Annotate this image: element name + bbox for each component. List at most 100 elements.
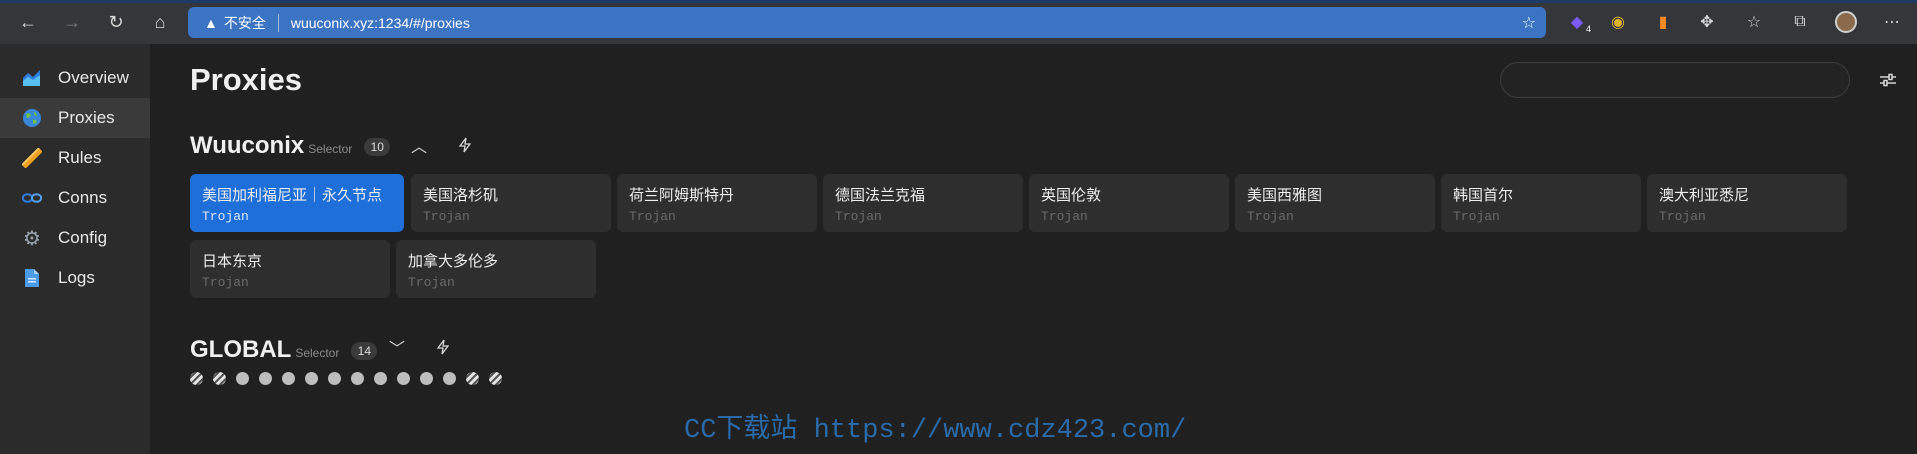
proxy-card[interactable]: 美国洛杉矶 Trojan	[411, 174, 611, 232]
group-count-badge: 14	[351, 342, 378, 360]
group-header-global: GLOBAL Selector 14	[190, 336, 378, 364]
proxy-card[interactable]: 荷兰阿姆斯特丹 Trojan	[617, 174, 817, 232]
proxy-name: 日本东京	[202, 253, 263, 270]
security-indicator[interactable]: ▲ 不安全	[204, 13, 279, 32]
proxy-dot[interactable]	[443, 372, 456, 385]
sidebar-item-config[interactable]: ⚙ Config	[0, 218, 150, 258]
proxy-name: 韩国首尔	[1453, 187, 1514, 204]
home-button[interactable]: ⌂	[142, 4, 178, 40]
proxy-type: Trojan	[1659, 209, 1706, 224]
sidebar-item-logs[interactable]: Logs	[0, 258, 150, 298]
proxy-dot[interactable]	[489, 372, 502, 385]
proxy-dot[interactable]	[190, 372, 203, 385]
expand-chevron-down-icon[interactable]: ﹀	[384, 334, 410, 360]
extension-icon-2[interactable]: ◉	[1606, 10, 1630, 34]
main-content: Proxies Wuuconix Selector 10 ︿ 美国加利福尼亚｜永…	[150, 44, 1917, 454]
sidebar-item-overview[interactable]: Overview	[0, 58, 150, 98]
link-icon	[22, 188, 42, 208]
latency-test-bolt-icon[interactable]	[452, 132, 478, 158]
proxy-dot[interactable]	[213, 372, 226, 385]
proxy-name: 美国西雅图	[1247, 187, 1323, 204]
browser-toolbar: ← → ↻ ⌂ ▲ 不安全 wuuconix.xyz:1234/#/proxie…	[0, 0, 1917, 44]
ruler-icon	[22, 148, 42, 168]
sidebar-item-label: Config	[58, 228, 108, 247]
proxy-dot[interactable]	[351, 372, 364, 385]
proxy-name: 加拿大多伦多	[408, 253, 499, 270]
proxy-dot[interactable]	[236, 372, 249, 385]
collapse-chevron-up-icon[interactable]: ︿	[406, 132, 432, 158]
favorite-add-icon[interactable]: ☆	[1522, 13, 1536, 33]
search-input[interactable]	[1500, 62, 1850, 98]
proxy-card[interactable]: 德国法兰克福 Trojan	[823, 174, 1023, 232]
forward-button[interactable]: →	[54, 4, 90, 40]
proxy-dot[interactable]	[466, 372, 479, 385]
proxy-dot[interactable]	[259, 372, 272, 385]
proxy-type: Trojan	[202, 275, 249, 290]
sidebar-item-proxies[interactable]: Proxies	[0, 98, 150, 138]
proxy-type: Trojan	[1453, 209, 1500, 224]
document-icon	[22, 268, 42, 288]
url-text: wuuconix.xyz:1234/#/proxies	[290, 14, 470, 31]
proxy-dot[interactable]	[328, 372, 341, 385]
page-title: Proxies	[190, 62, 303, 97]
proxy-card[interactable]: 美国西雅图 Trojan	[1235, 174, 1435, 232]
proxy-name: 澳大利亚悉尼	[1659, 187, 1750, 204]
back-button[interactable]: ←	[10, 4, 46, 40]
sidebar: Overview Proxies Rules Conns ⚙ Config Lo…	[0, 44, 150, 454]
chart-area-icon	[22, 68, 42, 88]
group-name: GLOBAL	[190, 336, 292, 363]
settings-sliders-icon[interactable]	[1876, 68, 1900, 92]
proxy-type: Trojan	[1247, 209, 1294, 224]
proxy-dot[interactable]	[397, 372, 410, 385]
proxy-name: 英国伦敦	[1041, 187, 1102, 204]
proxy-dot[interactable]	[420, 372, 433, 385]
address-bar[interactable]: ▲ 不安全 wuuconix.xyz:1234/#/proxies ☆	[188, 7, 1546, 38]
favorites-icon[interactable]: ☆	[1742, 10, 1766, 34]
proxy-status-dots	[190, 372, 502, 385]
proxy-card[interactable]: 美国加利福尼亚｜永久节点 Trojan	[190, 174, 404, 232]
proxy-dot[interactable]	[282, 372, 295, 385]
watermark: CC下载站 https://www.cdz423.com/	[684, 416, 1187, 446]
proxy-card[interactable]: 加拿大多伦多 Trojan	[396, 240, 596, 298]
proxy-type: Trojan	[423, 209, 470, 224]
latency-test-bolt-icon[interactable]	[430, 334, 456, 360]
refresh-button[interactable]: ↻	[98, 4, 134, 40]
proxy-dot[interactable]	[374, 372, 387, 385]
avatar[interactable]	[1834, 10, 1858, 34]
proxy-card[interactable]: 日本东京 Trojan	[190, 240, 390, 298]
proxy-card[interactable]: 澳大利亚悉尼 Trojan	[1647, 174, 1847, 232]
extension-icon-1[interactable]: ◆ 4	[1565, 10, 1591, 34]
proxy-card[interactable]: 英国伦敦 Trojan	[1029, 174, 1229, 232]
proxy-name: 美国洛杉矶	[423, 187, 499, 204]
group-name: Wuuconix	[190, 132, 305, 159]
proxy-name: 荷兰阿姆斯特丹	[629, 187, 735, 204]
sidebar-item-label: Overview	[58, 68, 129, 87]
proxy-type: Trojan	[1041, 209, 1088, 224]
group-type: Selector	[295, 346, 340, 360]
group-type: Selector	[308, 142, 353, 156]
proxy-name: 德国法兰克福	[835, 187, 926, 204]
sidebar-item-conns[interactable]: Conns	[0, 178, 150, 218]
globe-icon	[22, 108, 42, 128]
proxy-type: Trojan	[202, 209, 249, 224]
extension-icon-3[interactable]: ▮	[1651, 10, 1675, 34]
proxy-dot[interactable]	[305, 372, 318, 385]
group-header-wuuconix: Wuuconix Selector 10	[190, 132, 391, 160]
extensions-puzzle-icon[interactable]: ✥	[1695, 10, 1719, 34]
sidebar-item-label: Conns	[58, 188, 108, 207]
proxy-type: Trojan	[629, 209, 676, 224]
tab-strip	[0, 0, 1917, 3]
gear-icon: ⚙	[23, 227, 41, 250]
sidebar-item-label: Proxies	[58, 108, 115, 127]
proxy-card[interactable]: 韩国首尔 Trojan	[1441, 174, 1641, 232]
warning-icon: ▲	[204, 14, 218, 31]
proxy-type: Trojan	[835, 209, 882, 224]
proxy-name: 美国加利福尼亚｜永久节点	[202, 187, 383, 204]
group-count-badge: 10	[364, 138, 391, 156]
more-menu-icon[interactable]: ⋯	[1880, 10, 1904, 34]
sidebar-item-label: Logs	[58, 268, 95, 287]
sidebar-item-rules[interactable]: Rules	[0, 138, 150, 178]
sidebar-item-label: Rules	[58, 148, 102, 167]
security-label: 不安全	[223, 14, 266, 31]
collections-icon[interactable]: ⧉	[1788, 10, 1812, 34]
